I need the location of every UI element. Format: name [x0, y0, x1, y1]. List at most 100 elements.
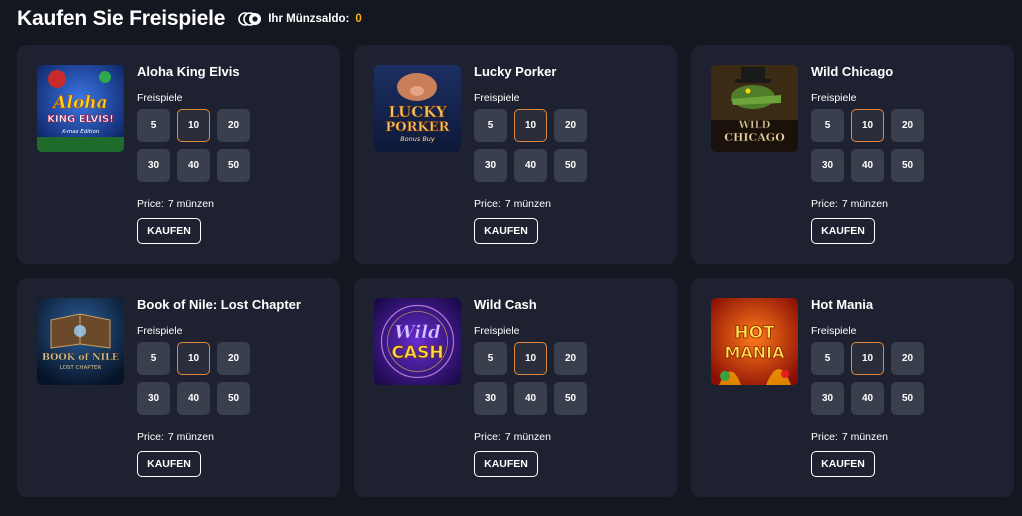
freespins-option-5[interactable]: 5	[137, 109, 170, 142]
svg-text:WILD: WILD	[738, 120, 771, 131]
price: Price: 7 münzen	[811, 431, 888, 443]
price-value: 7 münzen	[504, 431, 551, 443]
svg-text:BOOK of NILE: BOOK of NILE	[42, 352, 119, 363]
freespins-option-20[interactable]: 20	[217, 342, 250, 375]
freespins-options: 5 10 20 30 40 50	[811, 109, 927, 182]
freespins-label: Freispiele	[474, 325, 520, 337]
freespins-option-5[interactable]: 5	[811, 109, 844, 142]
balance-value: 0	[355, 13, 362, 25]
freespins-option-50[interactable]: 50	[554, 382, 587, 415]
svg-text:LUCKY: LUCKY	[388, 103, 446, 121]
game-title: Lucky Porker	[474, 64, 557, 79]
price-value: 7 münzen	[167, 198, 214, 210]
freespins-option-5[interactable]: 5	[137, 342, 170, 375]
game-title: Wild Cash	[474, 297, 537, 312]
freespins-option-10[interactable]: 10	[851, 342, 884, 375]
price-label: Price:	[811, 198, 838, 210]
freespins-option-20[interactable]: 20	[554, 342, 587, 375]
freespins-option-40[interactable]: 40	[514, 382, 547, 415]
price-value: 7 münzen	[841, 431, 888, 443]
coins-icon	[238, 12, 262, 26]
price-label: Price:	[474, 198, 501, 210]
offer-card-book-of-nile: BOOK of NILE LOST CHAPTER Book of Nile: …	[17, 278, 340, 497]
freespins-label: Freispiele	[137, 92, 183, 104]
freespins-option-20[interactable]: 20	[891, 109, 924, 142]
freespins-option-5[interactable]: 5	[474, 109, 507, 142]
svg-text:HOT: HOT	[734, 323, 775, 343]
game-title: Aloha King Elvis	[137, 64, 240, 79]
game-thumbnail[interactable]: Wild CASH	[374, 298, 461, 385]
buy-button[interactable]: KAUFEN	[137, 451, 201, 477]
svg-text:CHICAGO: CHICAGO	[724, 131, 785, 144]
freespins-option-30[interactable]: 30	[137, 382, 170, 415]
freespins-option-20[interactable]: 20	[217, 109, 250, 142]
svg-text:LOST CHAPTER: LOST CHAPTER	[60, 365, 102, 371]
freespins-option-50[interactable]: 50	[217, 149, 250, 182]
freespins-options: 5 10 20 30 40 50	[137, 342, 253, 415]
freespins-option-5[interactable]: 5	[474, 342, 507, 375]
price-value: 7 münzen	[841, 198, 888, 210]
buy-button[interactable]: KAUFEN	[474, 218, 538, 244]
freespins-option-10[interactable]: 10	[514, 342, 547, 375]
svg-text:MANIA: MANIA	[724, 343, 785, 362]
offer-card-hot-mania: HOT MANIA Hot Mania Freispiele 5 10 20 3…	[691, 278, 1014, 497]
offer-card-wild-cash: Wild CASH Wild Cash Freispiele 5 10 20 3…	[354, 278, 677, 497]
freespins-option-40[interactable]: 40	[851, 382, 884, 415]
freespins-option-40[interactable]: 40	[514, 149, 547, 182]
buy-button[interactable]: KAUFEN	[474, 451, 538, 477]
freespins-option-10[interactable]: 10	[851, 109, 884, 142]
price: Price: 7 münzen	[137, 431, 214, 443]
offer-card-lucky-porker: LUCKY PORKER Bonus Buy Lucky Porker Frei…	[354, 45, 677, 264]
price: Price: 7 münzen	[137, 198, 214, 210]
freespins-option-50[interactable]: 50	[217, 382, 250, 415]
freespins-option-30[interactable]: 30	[811, 382, 844, 415]
page-header: Kaufen Sie Freispiele Ihr Münzsaldo: 0	[17, 5, 362, 33]
freespins-option-10[interactable]: 10	[177, 342, 210, 375]
freespins-option-40[interactable]: 40	[851, 149, 884, 182]
freespins-option-5[interactable]: 5	[811, 342, 844, 375]
freespins-options: 5 10 20 30 40 50	[137, 109, 253, 182]
price: Price: 7 münzen	[811, 198, 888, 210]
game-thumbnail[interactable]: WILD CHICAGO	[711, 65, 798, 152]
game-title: Wild Chicago	[811, 64, 894, 79]
svg-text:Aloha: Aloha	[51, 93, 107, 113]
freespins-label: Freispiele	[474, 92, 520, 104]
buy-button[interactable]: KAUFEN	[137, 218, 201, 244]
svg-text:CASH: CASH	[391, 343, 443, 363]
freespins-option-50[interactable]: 50	[891, 382, 924, 415]
freespins-option-50[interactable]: 50	[554, 149, 587, 182]
buy-button[interactable]: KAUFEN	[811, 218, 875, 244]
price-label: Price:	[137, 431, 164, 443]
game-title: Hot Mania	[811, 297, 874, 312]
freespins-option-30[interactable]: 30	[474, 149, 507, 182]
freespins-option-10[interactable]: 10	[514, 109, 547, 142]
freespins-option-30[interactable]: 30	[811, 149, 844, 182]
price-label: Price:	[137, 198, 164, 210]
freespins-label: Freispiele	[137, 325, 183, 337]
freespins-option-30[interactable]: 30	[137, 149, 170, 182]
freespins-options: 5 10 20 30 40 50	[474, 109, 590, 182]
freespins-option-40[interactable]: 40	[177, 382, 210, 415]
freespins-option-50[interactable]: 50	[891, 149, 924, 182]
svg-text:PORKER: PORKER	[386, 120, 450, 135]
freespins-option-10[interactable]: 10	[177, 109, 210, 142]
balance-label: Ihr Münzsaldo:	[268, 13, 350, 25]
svg-text:Wild: Wild	[394, 322, 441, 343]
price: Price: 7 münzen	[474, 431, 551, 443]
offers-grid: Aloha KING ELVIS! X-mas Edition Aloha Ki…	[17, 45, 1014, 497]
price-value: 7 münzen	[504, 198, 551, 210]
price-label: Price:	[811, 431, 838, 443]
freespins-options: 5 10 20 30 40 50	[474, 342, 590, 415]
buy-button[interactable]: KAUFEN	[811, 451, 875, 477]
game-thumbnail[interactable]: Aloha KING ELVIS! X-mas Edition	[37, 65, 124, 152]
game-thumbnail[interactable]: BOOK of NILE LOST CHAPTER	[37, 298, 124, 385]
freespins-option-30[interactable]: 30	[474, 382, 507, 415]
game-thumbnail[interactable]: LUCKY PORKER Bonus Buy	[374, 65, 461, 152]
freespins-option-20[interactable]: 20	[554, 109, 587, 142]
freespins-label: Freispiele	[811, 325, 857, 337]
freespins-option-40[interactable]: 40	[177, 149, 210, 182]
game-thumbnail[interactable]: HOT MANIA	[711, 298, 798, 385]
price-value: 7 münzen	[167, 431, 214, 443]
freespins-label: Freispiele	[811, 92, 857, 104]
freespins-option-20[interactable]: 20	[891, 342, 924, 375]
